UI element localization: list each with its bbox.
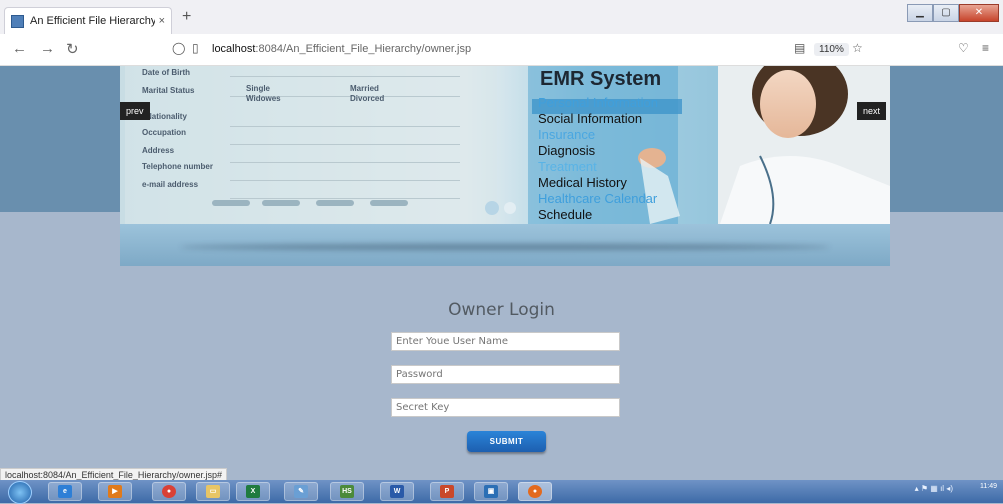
start-button[interactable] [8, 481, 32, 504]
powerpoint-taskbar-button[interactable]: P [430, 482, 464, 501]
paint-icon: ✎ [294, 485, 308, 498]
marital-option: Married [350, 84, 379, 93]
zoom-level[interactable]: 110% [814, 43, 849, 56]
excel-icon: X [246, 485, 260, 498]
window-close-button[interactable]: ✕ [959, 4, 999, 22]
marital-option: Divorced [350, 94, 385, 103]
heidisql-icon: HS [340, 485, 354, 498]
chrome-icon: ● [162, 485, 176, 498]
favicon-icon [11, 14, 24, 28]
form-label: e-mail address [142, 180, 199, 189]
bookmark-star-icon[interactable]: ☆ [852, 41, 863, 55]
form-label: Date of Birth [142, 68, 190, 77]
emr-slide-image [120, 66, 890, 224]
username-input[interactable] [391, 332, 620, 351]
navigation-bar: ← → ↻ ◯ ▯ localhost:8084/An_Efficient_Fi… [0, 34, 1003, 66]
emr-title: EMR System [540, 68, 662, 90]
back-icon[interactable]: ← [12, 40, 27, 57]
firefox-icon: ● [528, 485, 542, 498]
menu-icon[interactable]: ≡ [982, 41, 989, 55]
address-bar[interactable]: localhost:8084/An_Efficient_File_Hierarc… [212, 43, 471, 55]
firefox-taskbar-button[interactable]: ● [518, 482, 552, 501]
virtualbox-icon: ▣ [484, 485, 498, 498]
emr-menu-item: Medical History [538, 175, 627, 190]
emr-menu-item: Diagnosis [538, 143, 596, 158]
emr-menu-item: Personal Information [538, 95, 658, 110]
image-slider: Date of Birth Marital Status Single Marr… [120, 66, 890, 266]
marital-option: Widowes [246, 94, 281, 103]
reader-view-icon[interactable]: ▤ [794, 41, 805, 55]
slider-prev-button[interactable]: prev [120, 102, 150, 120]
emr-menu-item: Insurance [538, 127, 596, 142]
url-path: :8084/An_Efficient_File_Hierarchy/owner.… [255, 43, 472, 55]
window-controls: ▁ ▢ ✕ [907, 4, 999, 22]
new-tab-button[interactable]: + [182, 8, 191, 26]
excel-taskbar-button[interactable]: X [236, 482, 270, 501]
word-icon: W [390, 485, 404, 498]
emr-menu-item: Healthcare Calendar [538, 191, 658, 206]
page-info-icon[interactable]: ▯ [192, 41, 199, 55]
form-label: Marital Status [142, 86, 195, 95]
media-taskbar-button[interactable]: ▶ [98, 482, 132, 501]
form-label: Telephone number [142, 162, 213, 171]
ie-icon: e [58, 485, 72, 498]
slider-shadow [120, 224, 890, 266]
form-label: Nationality [146, 112, 187, 121]
reload-icon[interactable]: ↻ [66, 40, 79, 58]
emr-menu-item: Treatment [538, 159, 597, 174]
taskbar: e ▶ ● ▭ X ✎ HS W P ▣ ● ▴ ⚑ ▦ ıl ◂) 11:49 [0, 480, 1003, 504]
heidisql-taskbar-button[interactable]: HS [330, 482, 364, 501]
ie-taskbar-button[interactable]: e [48, 482, 82, 501]
tab-title: An Efficient File Hierarchy Attri [30, 15, 155, 27]
forward-icon[interactable]: → [40, 40, 55, 57]
shield-icon[interactable]: ◯ [172, 41, 185, 55]
paint-taskbar-button[interactable]: ✎ [284, 482, 318, 501]
maximize-button[interactable]: ▢ [933, 4, 959, 22]
folder-icon: ▭ [206, 485, 220, 498]
form-label: Occupation [142, 128, 187, 137]
url-host: localhost [212, 43, 256, 55]
tab-bar: An Efficient File Hierarchy Attri × + ▁ … [0, 0, 1003, 34]
password-input[interactable] [391, 365, 620, 384]
virtualbox-taskbar-button[interactable]: ▣ [474, 482, 508, 501]
page-title: Owner Login [448, 300, 555, 320]
pocket-icon[interactable]: ♡ [958, 41, 969, 55]
emr-menu-item: Social Information [538, 111, 643, 126]
powerpoint-icon: P [440, 485, 454, 498]
secret-key-input[interactable] [391, 398, 620, 417]
page-content: Date of Birth Marital Status Single Marr… [0, 66, 1003, 470]
submit-button[interactable]: SUBMIT [467, 431, 546, 452]
marital-option: Single [246, 84, 271, 93]
media-player-icon: ▶ [108, 485, 122, 498]
emr-menu-item: Schedule [538, 207, 593, 222]
close-tab-icon[interactable]: × [159, 15, 165, 27]
taskbar-clock[interactable]: 11:49 [980, 482, 997, 491]
word-taskbar-button[interactable]: W [380, 482, 414, 501]
form-label: Address [142, 146, 175, 155]
chrome-taskbar-button[interactable]: ● [152, 482, 186, 501]
minimize-button[interactable]: ▁ [907, 4, 933, 22]
slider-next-button[interactable]: next [857, 102, 887, 120]
explorer-taskbar-button[interactable]: ▭ [196, 482, 230, 501]
system-tray-icons[interactable]: ▴ ⚑ ▦ ıl ◂) [915, 484, 953, 493]
browser-tab[interactable]: An Efficient File Hierarchy Attri × [4, 7, 172, 34]
